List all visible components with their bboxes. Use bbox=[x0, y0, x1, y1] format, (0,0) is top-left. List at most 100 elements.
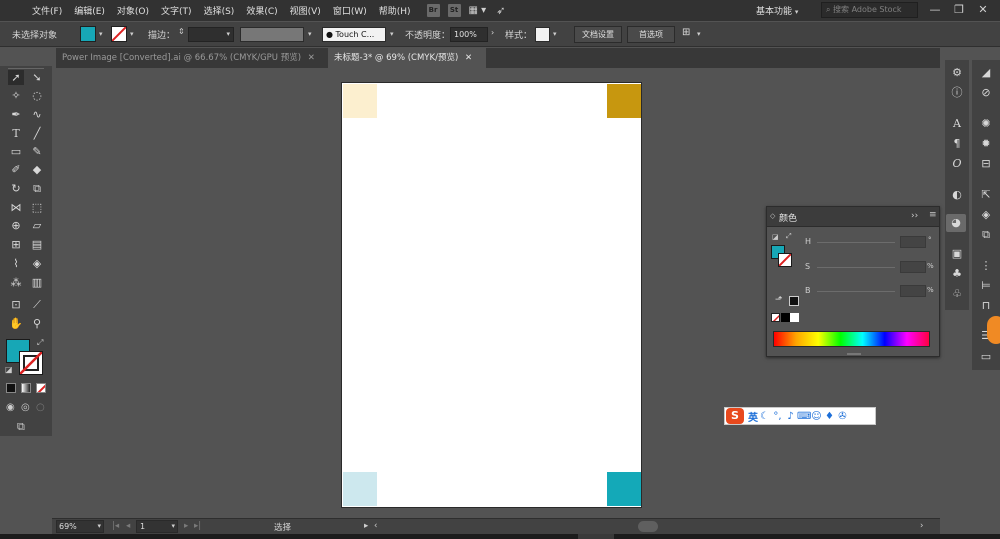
scroll-right-icon[interactable]: › bbox=[920, 521, 923, 531]
ime-mode-label[interactable]: 英 bbox=[748, 409, 758, 424]
pathfinder-icon[interactable]: ⊓ bbox=[976, 297, 996, 315]
shape-builder-tool-icon[interactable]: ⊕ bbox=[8, 218, 24, 233]
scale-tool-icon[interactable]: ⧉ bbox=[29, 181, 45, 196]
direct-selection-tool-icon[interactable]: ➘ bbox=[29, 70, 45, 85]
line-segment-tool-icon[interactable]: ╱ bbox=[29, 126, 45, 141]
width-tool-icon[interactable]: ⋈ bbox=[8, 200, 24, 215]
prev-artboard-icon[interactable]: ◂ bbox=[126, 521, 130, 531]
stroke-dropdown-icon[interactable]: ▾ bbox=[130, 30, 134, 38]
gradient-panel-icon[interactable]: ◢ bbox=[976, 64, 996, 82]
saturation-slider[interactable] bbox=[817, 267, 895, 268]
document-setup-button[interactable]: 文档设置 bbox=[574, 26, 622, 43]
fill-color-swatch[interactable] bbox=[80, 26, 96, 42]
menu-effect[interactable]: 效果(C) bbox=[246, 4, 277, 17]
libraries-icon[interactable]: ♧ bbox=[947, 285, 967, 303]
brushes-icon[interactable]: ✹ bbox=[976, 135, 996, 153]
color-panel-icon[interactable]: ◕ bbox=[946, 214, 966, 232]
punctuation-icon[interactable]: °, bbox=[771, 411, 784, 422]
rotate-tool-icon[interactable]: ↻ bbox=[8, 181, 24, 196]
zoom-field[interactable]: 69% ▾ bbox=[56, 520, 104, 533]
minimize-button[interactable]: — bbox=[926, 2, 944, 18]
align-icon[interactable]: ⊨ bbox=[976, 277, 996, 295]
arrange-dropdown-icon[interactable]: ▾ bbox=[697, 30, 701, 38]
color-panel-header[interactable]: ◇ 颜色 ›› ≡ bbox=[767, 207, 939, 227]
artboard[interactable] bbox=[341, 82, 642, 508]
black-swatch[interactable] bbox=[789, 296, 799, 306]
stroke-weight-field[interactable]: ▾ bbox=[188, 27, 234, 42]
swatches-icon[interactable]: ⊟ bbox=[976, 155, 996, 173]
opentype-icon[interactable]: O bbox=[947, 155, 967, 173]
stroke-color-swatch[interactable] bbox=[111, 26, 127, 42]
paragraph-icon[interactable]: ¶ bbox=[947, 135, 967, 153]
close-window-button[interactable]: ✕ bbox=[974, 2, 992, 18]
selection-tool-icon[interactable]: ➚ bbox=[8, 70, 24, 85]
artboard-tool-icon[interactable]: ⊡ bbox=[8, 297, 24, 312]
saturation-field[interactable] bbox=[900, 261, 926, 273]
shaper-tool-icon[interactable]: ✐ bbox=[8, 162, 24, 177]
eraser-tool-icon[interactable]: ◆ bbox=[29, 162, 45, 177]
workspace-switcher[interactable]: 基本功能 ▾ bbox=[756, 4, 798, 17]
artboards-icon[interactable]: ⧉ bbox=[976, 226, 996, 244]
microphone-icon[interactable]: ♪ bbox=[784, 411, 797, 422]
rectangle-tool-icon[interactable]: ▭ bbox=[8, 144, 24, 159]
hand-tool-icon[interactable]: ✋ bbox=[8, 316, 24, 331]
default-fill-stroke-icon[interactable]: ◪ bbox=[5, 365, 13, 374]
none-mode-icon[interactable] bbox=[36, 383, 46, 393]
collapse-panel-icon[interactable]: ›› bbox=[911, 211, 918, 221]
corner-swatch-top-left[interactable] bbox=[343, 84, 377, 118]
preferences-button[interactable]: 首选项 bbox=[627, 26, 675, 43]
appearance-icon[interactable]: ⊘ bbox=[976, 84, 996, 102]
menu-window[interactable]: 窗口(W) bbox=[333, 4, 367, 17]
swap-fill-stroke-icon[interactable]: ⤢ bbox=[37, 338, 43, 348]
gradient-mode-icon[interactable] bbox=[21, 383, 31, 393]
graphic-styles-icon[interactable]: ✺ bbox=[976, 115, 996, 133]
stroke-stepper-icon[interactable]: ⇕ bbox=[178, 27, 185, 36]
menu-help[interactable]: 帮助(H) bbox=[379, 4, 411, 17]
close-icon[interactable]: ✕ bbox=[308, 53, 315, 63]
free-transform-tool-icon[interactable]: ⬚ bbox=[29, 200, 45, 215]
scroll-left-icon[interactable]: ‹ bbox=[374, 521, 377, 531]
sogou-logo-icon[interactable]: S bbox=[726, 408, 744, 424]
wrench-icon[interactable]: ✇ bbox=[836, 411, 849, 422]
brush-dropdown-icon[interactable]: ▾ bbox=[390, 30, 394, 38]
tab-power-image[interactable]: Power Image [Converted].ai @ 66.67% (CMY… bbox=[56, 48, 326, 68]
out-of-gamut-icon[interactable]: ⬏ bbox=[775, 295, 783, 305]
first-artboard-icon[interactable]: |◂ bbox=[112, 521, 119, 531]
slice-tool-icon[interactable]: ⟋ bbox=[29, 297, 45, 312]
draw-behind-icon[interactable]: ◎ bbox=[21, 402, 30, 413]
character-icon[interactable]: A bbox=[947, 115, 967, 133]
none-swatch[interactable] bbox=[771, 313, 780, 322]
skin-icon[interactable]: ♦ bbox=[823, 411, 836, 422]
stock-search-input[interactable]: ⌕ 搜索 Adobe Stock bbox=[821, 2, 918, 18]
lasso-tool-icon[interactable]: ◌ bbox=[29, 88, 45, 103]
menu-object[interactable]: 对象(O) bbox=[117, 4, 149, 17]
stroke-swatch-large[interactable] bbox=[19, 351, 43, 375]
collapse-icon[interactable]: ◇ bbox=[770, 212, 775, 220]
variable-width-profile[interactable] bbox=[240, 27, 304, 42]
white-quick-swatch[interactable] bbox=[790, 313, 799, 322]
artboard-number-field[interactable]: 1 ▾ bbox=[136, 520, 178, 533]
black-quick-swatch[interactable] bbox=[781, 313, 790, 322]
properties-icon[interactable]: ⚙ bbox=[947, 64, 967, 82]
panel-stroke-swatch[interactable] bbox=[778, 253, 792, 267]
image-trace-icon[interactable]: ▣ bbox=[947, 245, 967, 263]
color-spectrum[interactable] bbox=[773, 331, 930, 347]
floating-assistant-badge[interactable] bbox=[987, 316, 1000, 344]
bridge-icon[interactable]: Br bbox=[426, 4, 440, 17]
menu-file[interactable]: 文件(F) bbox=[32, 4, 62, 17]
symbols-icon[interactable]: ♣ bbox=[947, 265, 967, 283]
info-icon[interactable]: ⓘ bbox=[947, 84, 967, 102]
restore-button[interactable]: ❐ bbox=[950, 2, 968, 18]
moon-icon[interactable]: ☾ bbox=[758, 411, 771, 422]
next-artboard-icon[interactable]: ▸ bbox=[184, 521, 188, 531]
menu-edit[interactable]: 编辑(E) bbox=[74, 4, 105, 17]
arrange-icon[interactable]: ⊞ bbox=[682, 27, 690, 38]
export-icon[interactable]: ⇱ bbox=[976, 186, 996, 204]
curvature-tool-icon[interactable]: ∿ bbox=[29, 107, 45, 122]
chevron-right-icon[interactable]: › bbox=[491, 28, 494, 37]
magic-wand-tool-icon[interactable]: ✧ bbox=[8, 88, 24, 103]
layers-icon[interactable]: ◈ bbox=[976, 206, 996, 224]
paintbrush-tool-icon[interactable]: ✎ bbox=[29, 144, 45, 159]
brightness-field[interactable] bbox=[900, 285, 926, 297]
column-graph-tool-icon[interactable]: ▥ bbox=[29, 275, 45, 290]
